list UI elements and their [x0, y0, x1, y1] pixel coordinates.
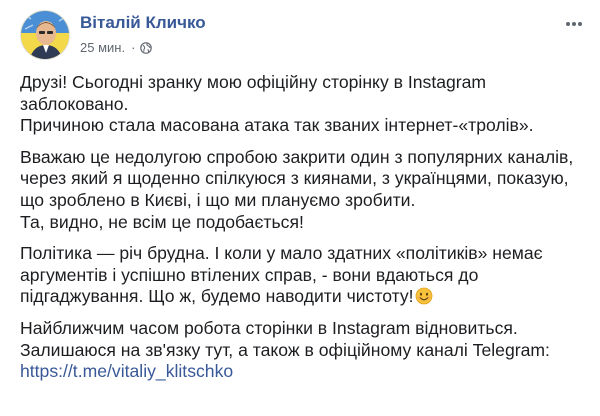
meta-separator: · — [131, 40, 136, 55]
text-line: Та, видно, не всім це подобається! — [20, 211, 304, 232]
text-line: Найближчим часом робота сторінки в Insta… — [20, 317, 518, 338]
post-text: Друзі! Сьогодні зранку мою офіційну стор… — [20, 72, 588, 393]
text-line: Вважаю це недолугою спробою закрити один… — [20, 146, 574, 167]
post-paragraph-2: Вважаю це недолугою спробою закрити один… — [20, 147, 588, 233]
profile-photo-avatar-icon — [21, 11, 69, 59]
text-line: https://t.me/vitaliy_klitschko — [20, 361, 588, 383]
telegram-channel-link[interactable]: https://t.me/vitaliy_klitschko — [20, 361, 233, 381]
author-name-link[interactable]: Віталій Кличко — [80, 13, 206, 33]
post-header: Віталій Кличко 25 мин. · — [0, 0, 600, 70]
text-line: Залишаюся на зв'язку тут, а також в офіц… — [20, 339, 550, 360]
more-options-button[interactable] — [564, 16, 584, 32]
text-line: що зроблено в Києві, і що ми плануємо зр… — [20, 189, 416, 210]
text-line: аргументів і успішно втілених справ, - в… — [20, 264, 479, 285]
text-line: через який я щоденно спілкуюся з киянами… — [20, 168, 569, 189]
text-line-with-emoji: підгаджування. Що ж, будемо наводити чис… — [20, 286, 588, 308]
text-line: заблоковано. — [20, 93, 129, 114]
text-line: Причиною стала масована атака так званих… — [20, 115, 534, 136]
smiling-face-emoji-icon — [415, 287, 433, 305]
ellipsis-icon — [566, 22, 582, 26]
post-meta: 25 мин. · — [80, 40, 153, 55]
post-timestamp-link[interactable]: 25 мин. — [80, 40, 125, 55]
facebook-post: Віталій Кличко 25 мин. · Друзі! Сьогодні… — [0, 0, 600, 416]
text-line: Друзі! Сьогодні зранку мою офіційну стор… — [20, 72, 487, 92]
text-line: Політика — річ брудна. І коли у мало зда… — [20, 243, 543, 264]
post-paragraph-1: Друзі! Сьогодні зранку мою офіційну стор… — [20, 72, 588, 137]
author-avatar[interactable] — [20, 10, 70, 60]
post-paragraph-4: Найближчим часом робота сторінки в Insta… — [20, 318, 588, 383]
post-paragraph-3: Політика — річ брудна. І коли у мало зда… — [20, 243, 588, 308]
text-line: підгаджування. Що ж, будемо наводити чис… — [20, 286, 414, 307]
globe-icon[interactable] — [140, 41, 153, 54]
